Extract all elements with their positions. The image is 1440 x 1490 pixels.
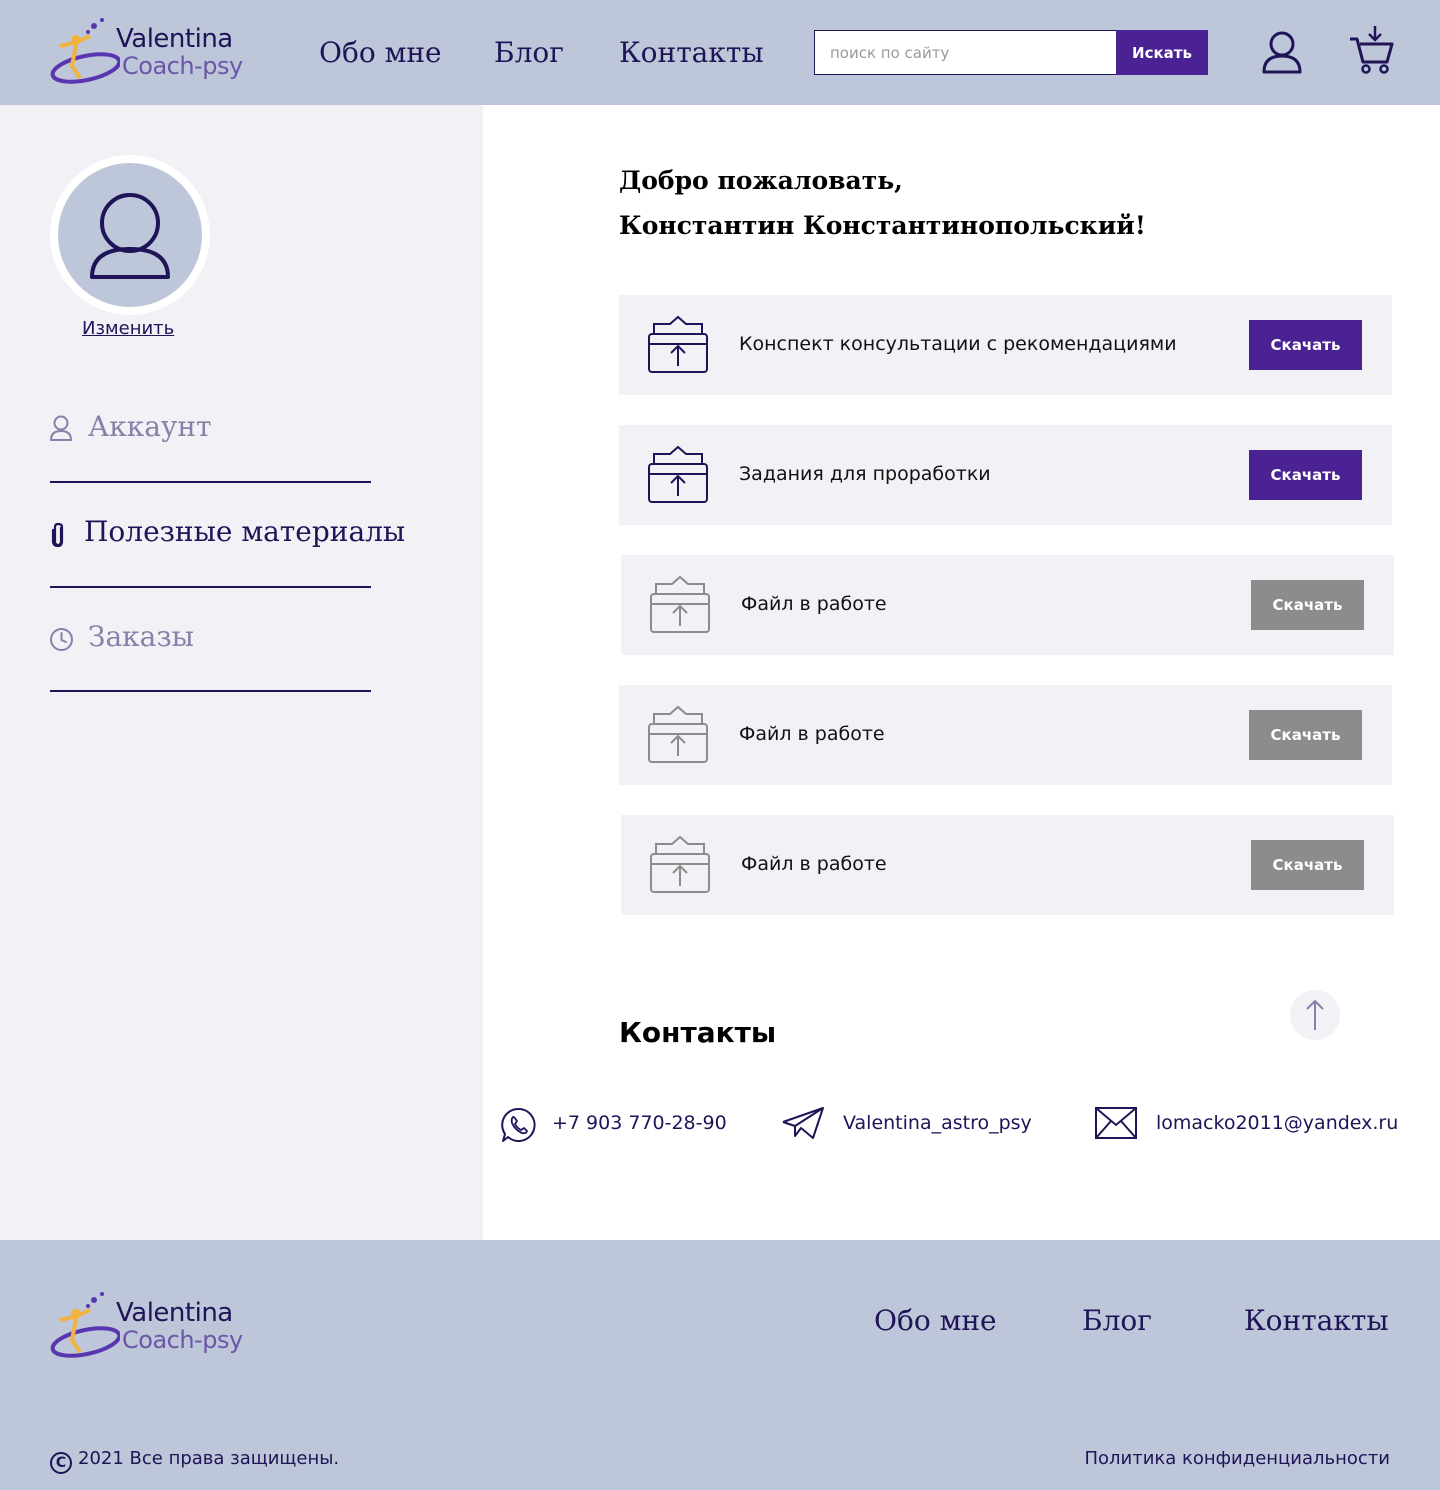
welcome-heading: Добро пожаловать, Константин Константино… — [619, 166, 1146, 240]
mail-icon — [1095, 1107, 1137, 1139]
paperclip-icon — [51, 522, 64, 548]
file-upload-icon — [648, 445, 708, 503]
copyright-icon: C — [50, 1452, 72, 1474]
sidebar-item-label: Полезные материалы — [84, 515, 406, 548]
logo-name: Valentina — [116, 1298, 233, 1328]
file-title: Файл в работе — [739, 723, 885, 745]
nav-about[interactable]: Обо мне — [319, 36, 442, 69]
avatar[interactable] — [50, 155, 210, 315]
download-button[interactable]: Скачать — [1251, 840, 1364, 890]
footer-nav-blog[interactable]: Блог — [1082, 1304, 1152, 1337]
logo-icon — [50, 18, 120, 84]
email-link[interactable]: lomacko2011@yandex.ru — [1156, 1112, 1398, 1134]
file-upload-icon — [648, 315, 708, 373]
file-upload-icon — [650, 835, 710, 893]
privacy-policy-link[interactable]: Политика конфиденциальности — [1084, 1448, 1390, 1469]
user-icon — [90, 193, 170, 279]
divider — [50, 690, 371, 692]
file-title: Задания для проработки — [739, 463, 991, 485]
file-card: Задания для проработки Скачать — [619, 425, 1392, 525]
search-input[interactable] — [814, 30, 1118, 75]
logo-icon — [50, 1292, 120, 1358]
site-logo[interactable]: Valentina Coach-psy — [50, 16, 250, 88]
user-icon[interactable] — [1260, 30, 1304, 74]
footer-logo[interactable]: Valentina Coach-psy — [50, 1290, 250, 1362]
divider — [50, 481, 371, 483]
file-upload-icon — [650, 575, 710, 633]
download-button[interactable]: Скачать — [1251, 580, 1364, 630]
sidebar-item-label: Заказы — [88, 620, 194, 653]
cart-icon[interactable] — [1348, 25, 1394, 75]
divider — [50, 586, 371, 588]
logo-subtitle: Coach-psy — [122, 52, 243, 80]
nav-blog[interactable]: Блог — [494, 36, 564, 69]
file-card: Файл в работе Скачать — [621, 815, 1394, 915]
footer-nav-contacts[interactable]: Контакты — [1244, 1304, 1389, 1337]
file-card: Файл в работе Скачать — [621, 555, 1394, 655]
download-button[interactable]: Скачать — [1249, 320, 1362, 370]
telegram-icon — [782, 1107, 824, 1139]
copyright: C 2021 Все права защищены. — [50, 1448, 339, 1474]
whatsapp-icon — [501, 1107, 536, 1142]
download-button[interactable]: Скачать — [1249, 710, 1362, 760]
scroll-top-button[interactable] — [1290, 990, 1340, 1040]
arrow-up-icon — [1306, 999, 1324, 1030]
file-upload-icon — [648, 705, 708, 763]
sidebar-item-label: Аккаунт — [88, 410, 212, 443]
file-card: Конспект консультации с рекомендациями С… — [619, 295, 1392, 395]
file-title: Файл в работе — [741, 853, 887, 875]
logo-subtitle: Coach-psy — [122, 1326, 243, 1354]
logo-name: Valentina — [116, 24, 233, 54]
download-button[interactable]: Скачать — [1249, 450, 1362, 500]
clock-icon — [50, 628, 73, 651]
phone-link[interactable]: +7 903 770-28-90 — [552, 1112, 727, 1134]
change-avatar-link[interactable]: Изменить — [82, 318, 174, 339]
nav-contacts[interactable]: Контакты — [619, 36, 764, 69]
footer-nav-about[interactable]: Обо мне — [874, 1304, 997, 1337]
search-button[interactable]: Искать — [1116, 30, 1208, 75]
site-header: Valentina Coach-psy Обо мне Блог Контакт… — [0, 0, 1440, 105]
file-card: Файл в работе Скачать — [619, 685, 1392, 785]
contacts-heading: Контакты — [619, 1016, 777, 1049]
file-title: Конспект консультации с рекомендациями — [739, 333, 1177, 355]
file-title: Файл в работе — [741, 593, 887, 615]
telegram-link[interactable]: Valentina_astro_psy — [843, 1112, 1032, 1134]
site-footer: Valentina Coach-psy Обо мне Блог Контакт… — [0, 1240, 1440, 1490]
user-icon — [50, 415, 72, 441]
